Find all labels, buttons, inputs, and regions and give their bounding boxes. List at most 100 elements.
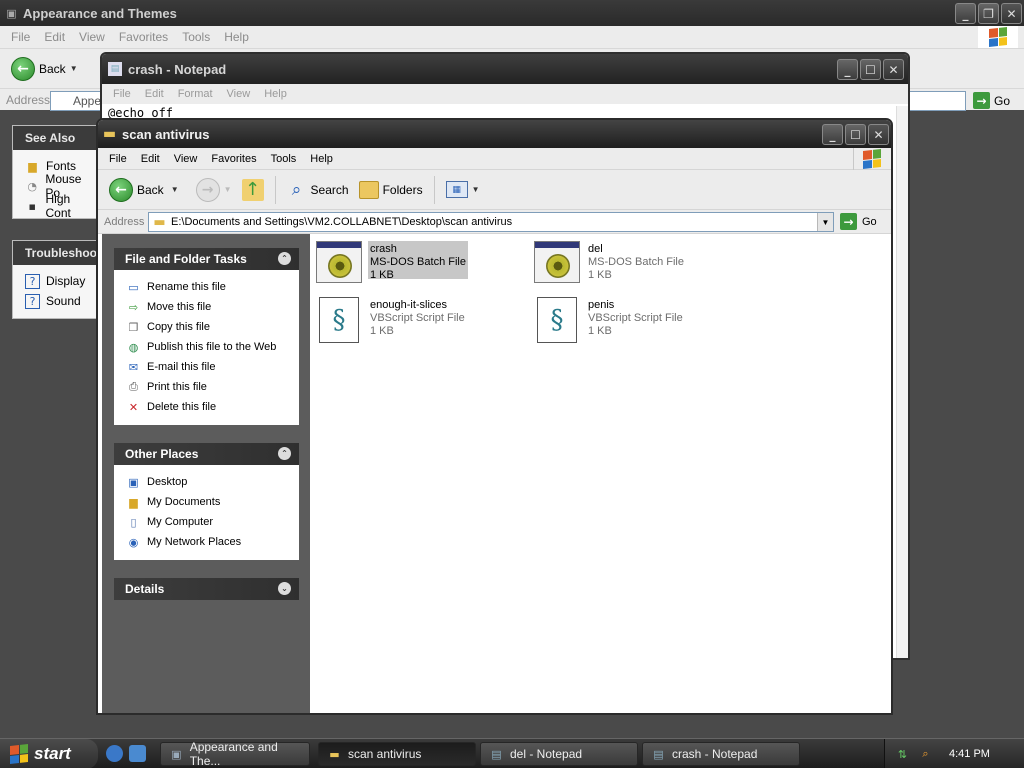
bg-go-label: Go: [994, 93, 1011, 108]
bg-go-button[interactable]: → Go: [973, 92, 1010, 109]
copy-icon: ❐: [128, 320, 139, 334]
task-print-file[interactable]: ⎙ Print this file: [126, 377, 299, 397]
explorer-minimize-button[interactable]: _: [822, 124, 843, 145]
task-crash-notepad-label: crash - Notepad: [672, 747, 758, 761]
task-crash-notepad[interactable]: ▤ crash - Notepad: [642, 742, 800, 766]
taskbar: start ▣ Appearance and The... ▬ scan ant…: [0, 738, 1024, 768]
forward-button[interactable]: → ▼: [193, 175, 235, 205]
bg-back-button[interactable]: ← Back ▼: [8, 54, 81, 84]
back-button[interactable]: ← Back: [106, 175, 167, 205]
printer-icon: ⎙: [129, 380, 138, 393]
help-icon: ?: [25, 293, 40, 309]
bg-minimize-button[interactable]: _: [955, 3, 976, 24]
details-title: Details: [125, 582, 165, 596]
task-email-file[interactable]: ✉ E-mail this file: [126, 357, 299, 377]
see-also-high-contrast[interactable]: ▪ High Cont: [13, 192, 97, 220]
collapse-chevron-icon[interactable]: ⌃: [278, 252, 291, 265]
start-button[interactable]: start: [0, 739, 98, 768]
bg-menu-tools[interactable]: Tools: [175, 30, 217, 44]
task-scan-antivirus[interactable]: ▬ scan antivirus: [318, 742, 476, 766]
search-label: Search: [310, 182, 349, 197]
forward-arrow-icon: →: [195, 177, 220, 202]
media-player-icon[interactable]: [129, 745, 146, 762]
search-tray-icon[interactable]: ⌕: [918, 747, 933, 762]
notepad-menu-file[interactable]: File: [106, 88, 138, 100]
notepad-close-button[interactable]: ✕: [883, 59, 904, 80]
bg-menu-favorites[interactable]: Favorites: [112, 30, 175, 44]
notepad-menu-view[interactable]: View: [220, 88, 258, 100]
troubleshoot-sound[interactable]: ? Sound: [13, 291, 97, 311]
network-tray-icon[interactable]: ⇅: [895, 747, 910, 762]
menu-file[interactable]: File: [102, 153, 134, 165]
menu-help[interactable]: Help: [303, 153, 340, 165]
bg-window-title: Appearance and Themes: [23, 5, 177, 21]
bg-close-button[interactable]: ✕: [1001, 3, 1022, 24]
file-item-penis[interactable]: § penis VBScript Script File 1 KB: [534, 297, 685, 343]
notepad-maximize-button[interactable]: ☐: [860, 59, 881, 80]
other-places-title: Other Places: [125, 447, 199, 461]
troubleshoot-display[interactable]: ? Display: [13, 271, 97, 291]
file-item-enough-it-slices[interactable]: § enough-it-slices VBScript Script File …: [316, 297, 467, 343]
up-folder-button[interactable]: ↑: [239, 175, 267, 205]
go-button[interactable]: → Go: [840, 213, 877, 230]
notepad-scrollbar[interactable]: [896, 106, 908, 658]
collapse-chevron-icon[interactable]: ⌃: [278, 447, 291, 460]
file-item-crash[interactable]: crash MS-DOS Batch File 1 KB: [316, 241, 468, 285]
notepad-minimize-button[interactable]: _: [837, 59, 858, 80]
menu-view[interactable]: View: [167, 153, 205, 165]
email-icon: ✉: [128, 360, 139, 374]
place-desktop[interactable]: ▣ Desktop: [126, 472, 299, 492]
views-button[interactable]: ▦ ▼: [443, 175, 483, 205]
task-publish-file[interactable]: ◍ Publish this file to the Web: [126, 337, 299, 357]
task-del-notepad[interactable]: ▤ del - Notepad: [480, 742, 638, 766]
notepad-menu-format[interactable]: Format: [171, 88, 220, 100]
task-delete-file[interactable]: ✕ Delete this file: [126, 397, 299, 417]
task-appearance-themes[interactable]: ▣ Appearance and The...: [160, 740, 310, 768]
address-label: Address: [104, 215, 145, 228]
bg-address-label: Address: [6, 92, 51, 107]
bg-menu-view[interactable]: View: [72, 30, 112, 44]
file-item-del[interactable]: del MS-DOS Batch File 1 KB: [534, 241, 686, 285]
bg-restore-button[interactable]: ❐: [978, 3, 999, 24]
file-list-area[interactable]: crash MS-DOS Batch File 1 KB del MS-DOS …: [310, 234, 891, 713]
notepad-menu-help[interactable]: Help: [257, 88, 294, 100]
address-dropdown-button[interactable]: ▼: [817, 213, 833, 231]
search-button[interactable]: ⌕ Search: [284, 175, 352, 205]
bg-titlebar[interactable]: ▣ Appearance and Themes _ ❐ ✕: [0, 0, 1024, 26]
see-also-fonts-label: Fonts: [46, 159, 77, 173]
internet-explorer-icon[interactable]: [106, 745, 123, 762]
bg-menu-help[interactable]: Help: [217, 30, 256, 44]
bg-back-label: Back: [39, 61, 66, 76]
expand-chevron-icon[interactable]: ⌄: [278, 582, 291, 595]
notepad-titlebar[interactable]: ▤ crash - Notepad _ ☐ ✕: [102, 54, 908, 84]
task-rename-file[interactable]: ▭ Rename this file: [126, 277, 299, 297]
task-move-file[interactable]: ⇨ Move this file: [126, 297, 299, 317]
file-folder-tasks-header[interactable]: File and Folder Tasks ⌃: [114, 248, 299, 270]
menu-edit[interactable]: Edit: [134, 153, 167, 165]
explorer-titlebar[interactable]: ▬ scan antivirus _ ☐ ✕: [98, 120, 891, 148]
details-header[interactable]: Details ⌄: [114, 578, 299, 600]
notepad-menu-edit[interactable]: Edit: [138, 88, 171, 100]
task-del-notepad-label: del - Notepad: [510, 747, 583, 761]
folders-button[interactable]: Folders: [356, 175, 426, 205]
explorer-maximize-button[interactable]: ☐: [845, 124, 866, 145]
place-my-computer-label: My Computer: [147, 516, 214, 528]
clock[interactable]: 4:41 PM: [949, 748, 990, 760]
system-tray: ⇅ ⌕ 4:41 PM: [884, 739, 1024, 768]
place-my-computer[interactable]: ▯ My Computer: [126, 512, 299, 532]
explorer-close-button[interactable]: ✕: [868, 124, 889, 145]
file-type: VBScript Script File: [370, 312, 465, 324]
place-my-documents[interactable]: ▆ My Documents: [126, 492, 299, 512]
other-places-header[interactable]: Other Places ⌃: [114, 443, 299, 465]
chevron-down-icon: ▼: [471, 185, 480, 194]
bg-menu-file[interactable]: File: [4, 30, 37, 44]
bg-menu-edit[interactable]: Edit: [37, 30, 72, 44]
task-copy-file[interactable]: ❐ Copy this file: [126, 317, 299, 337]
address-input[interactable]: ▬ E:\Documents and Settings\VM2.COLLABNE…: [148, 212, 834, 232]
menu-favorites[interactable]: Favorites: [204, 153, 263, 165]
place-desktop-label: Desktop: [147, 476, 188, 488]
place-my-network[interactable]: ◉ My Network Places: [126, 532, 299, 552]
quick-launch: [106, 745, 146, 762]
back-history-dropdown[interactable]: ▼: [171, 185, 179, 194]
menu-tools[interactable]: Tools: [264, 153, 304, 165]
